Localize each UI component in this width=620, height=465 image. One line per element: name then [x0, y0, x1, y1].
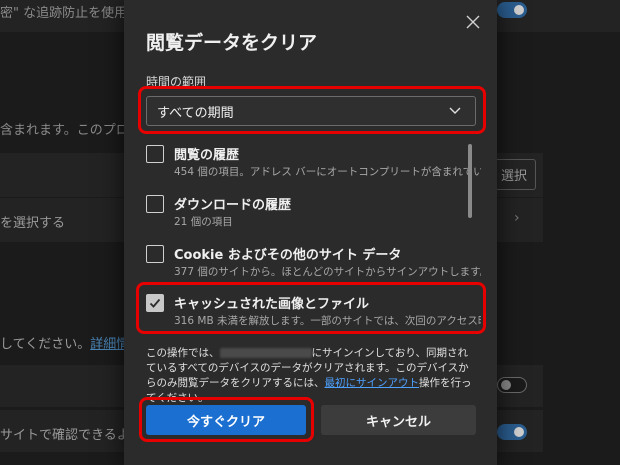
clear-browsing-data-dialog: 閲覧データをクリア 時間の範囲 すべての期間 閲覧の履歴 454 個の項目。アド… — [124, 0, 497, 465]
setting-toggle-off[interactable] — [497, 377, 527, 393]
item-desc: 316 MB 未満を解放します。一部のサイトでは、次回のアクセス時 — [174, 315, 481, 327]
chevron-down-icon — [449, 107, 461, 114]
site-confirm-toggle[interactable] — [497, 424, 527, 440]
bg-text-please: してください。詳細情報 — [0, 337, 143, 352]
time-range-value: すべての期間 — [157, 105, 234, 121]
list-scrollbar[interactable] — [468, 144, 472, 218]
checkbox-download-history[interactable] — [146, 195, 164, 213]
bg-text-choose: を選択する — [0, 216, 66, 231]
checkbox-cached-images[interactable] — [146, 294, 164, 312]
close-icon[interactable] — [461, 12, 485, 36]
item-desc: 377 個のサイトから。ほとんどのサイトからサインアウトします。 — [174, 266, 481, 278]
checkbox-cookies[interactable] — [146, 245, 164, 263]
tracking-toggle[interactable] — [497, 2, 527, 18]
chevron-right-icon: › — [514, 210, 520, 226]
redacted-account — [219, 348, 312, 358]
sign-out-first-link[interactable]: 最初にサインアウト — [325, 377, 420, 389]
item-desc: 454 個の項目。アドレス バーにオートコンプリートが含まれています。 — [174, 166, 481, 178]
dialog-title: 閲覧データをクリア — [146, 32, 318, 54]
clear-now-button[interactable]: 今すぐクリア — [146, 405, 306, 435]
bg-select-button[interactable]: 選択 — [492, 159, 537, 190]
sync-notice: この操作では、 にサインインしており、同期されているすべてのデバイスのデータがクリ… — [146, 347, 472, 404]
item-title: 閲覧の履歴 — [174, 148, 240, 163]
item-desc: 21 個の項目 — [174, 216, 233, 228]
checkmark-icon — [149, 298, 161, 308]
time-range-select[interactable]: すべての期間 — [146, 96, 476, 126]
item-title: Cookie およびその他のサイト データ — [174, 248, 402, 263]
checkbox-browsing-history[interactable] — [146, 145, 164, 163]
item-title: ダウンロードの履歴 — [174, 198, 292, 213]
time-range-label: 時間の範囲 — [146, 75, 207, 89]
item-title: キャッシュされた画像とファイル — [174, 297, 370, 312]
cancel-button[interactable]: キャンセル — [321, 405, 476, 435]
data-type-list: 閲覧の履歴 454 個の項目。アドレス バーにオートコンプリートが含まれています… — [136, 138, 481, 338]
